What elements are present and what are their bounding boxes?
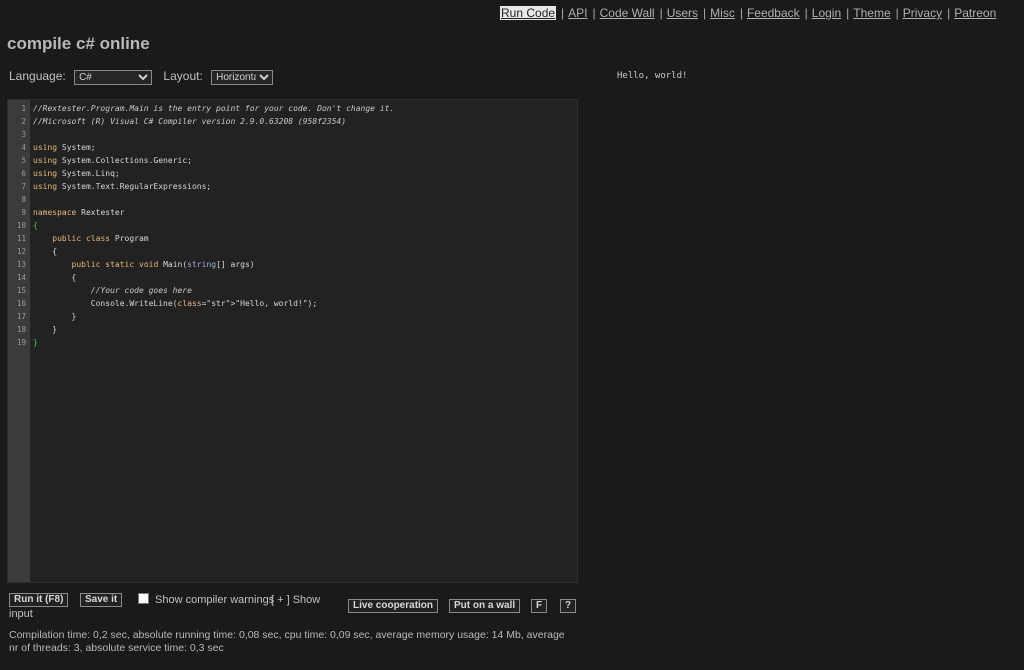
line-number: 8 xyxy=(21,195,26,204)
nav-separator: | xyxy=(703,6,707,20)
output-text: Hello, world! xyxy=(617,71,688,81)
code-editor[interactable]: 1 2 3 4 5 6 7 8 9 10 11 12 13 14 15 16 17 18 19 //Rexteste… xyxy=(7,99,578,583)
nav-separator: | xyxy=(592,6,596,20)
line-number: 14 xyxy=(16,273,26,282)
line-number: 11 xyxy=(16,234,26,243)
code-line[interactable]: using System.Text.RegularExpressions; xyxy=(33,180,577,193)
line-number: 2 xyxy=(21,117,26,126)
line-number: 3 xyxy=(21,130,26,139)
nav-separator: | xyxy=(561,6,565,20)
top-navigation: Run Code | API | Code Wall | Users | Misc | Feedba… xyxy=(500,6,996,20)
nav-feedback[interactable]: Feedback xyxy=(747,6,800,20)
show-input-link[interactable]: [ + ] Show input xyxy=(9,593,331,620)
code-line[interactable]: } xyxy=(33,323,577,336)
nav-privacy[interactable]: Privacy xyxy=(903,6,942,20)
nav-run-code[interactable]: Run Code xyxy=(500,6,557,20)
code-line[interactable]: using System; xyxy=(33,141,577,154)
line-number: 15 xyxy=(16,286,26,295)
save-button[interactable]: Save it xyxy=(80,593,123,607)
nav-separator: | xyxy=(804,6,808,20)
code-line[interactable]: } xyxy=(33,310,577,323)
line-number: 1 xyxy=(21,104,26,113)
nav-separator: | xyxy=(947,6,951,20)
live-cooperation-button[interactable]: Live cooperation xyxy=(348,599,439,613)
language-select[interactable]: C# xyxy=(74,70,153,85)
code-line[interactable]: { xyxy=(33,271,577,284)
nav-api[interactable]: API xyxy=(568,6,587,20)
nav-code-wall[interactable]: Code Wall xyxy=(600,6,655,20)
line-number: 17 xyxy=(16,312,26,321)
line-number: 18 xyxy=(16,325,26,334)
code-line[interactable]: //Your code goes here xyxy=(33,284,577,297)
code-line[interactable]: //Rextester.Program.Main is the entry po… xyxy=(33,102,577,115)
compiler-warnings-toggle[interactable]: Show compiler warnings xyxy=(138,593,274,606)
nav-misc[interactable]: Misc xyxy=(710,6,735,20)
nav-users[interactable]: Users xyxy=(667,6,698,20)
warnings-label: Show compiler warnings xyxy=(155,594,275,606)
code-line[interactable]: public class Program xyxy=(33,232,577,245)
line-number: 19 xyxy=(16,338,26,347)
code-line[interactable]: { xyxy=(33,245,577,258)
put-on-wall-button[interactable]: Put on a wall xyxy=(449,599,521,613)
nav-separator: | xyxy=(739,6,743,20)
run-button[interactable]: Run it (F8) xyxy=(9,593,69,607)
language-label: Language: xyxy=(9,69,66,83)
layout-label: Layout: xyxy=(163,69,203,83)
line-number-gutter: 1 2 3 4 5 6 7 8 9 10 11 12 13 14 15 16 17 18 19 xyxy=(8,100,30,582)
nav-login[interactable]: Login xyxy=(812,6,841,20)
warnings-checkbox[interactable] xyxy=(138,593,149,604)
line-number: 10 xyxy=(16,221,26,230)
code-area[interactable]: //Rextester.Program.Main is the entry po… xyxy=(33,102,577,349)
line-number: 7 xyxy=(21,182,26,191)
nav-theme[interactable]: Theme xyxy=(853,6,890,20)
code-line[interactable] xyxy=(33,193,577,206)
line-number: 4 xyxy=(21,143,26,152)
line-number: 12 xyxy=(16,247,26,256)
nav-patreon[interactable]: Patreon xyxy=(954,6,996,20)
code-line[interactable]: public static void Main(string[] args) xyxy=(33,258,577,271)
line-number: 6 xyxy=(21,169,26,178)
code-line[interactable]: namespace Rextester xyxy=(33,206,577,219)
page-title: compile c# online xyxy=(7,34,150,53)
code-line[interactable]: { xyxy=(33,219,577,232)
code-line[interactable]: } xyxy=(33,336,577,349)
show-input-label-continued[interactable]: input xyxy=(9,607,33,621)
nav-separator: | xyxy=(659,6,663,20)
line-number: 5 xyxy=(21,156,26,165)
code-line[interactable] xyxy=(33,128,577,141)
editor-controls: Language: C# Layout: Horizontal xyxy=(9,69,274,85)
layout-select[interactable]: Horizontal xyxy=(211,70,274,85)
line-number: 13 xyxy=(16,260,26,269)
execution-stats: Compilation time: 0,2 sec, absolute runn… xyxy=(9,629,565,654)
code-line[interactable]: Console.WriteLine(class="str">"Hello, wo… xyxy=(33,297,577,310)
help-button[interactable]: ? xyxy=(560,599,577,613)
code-line[interactable]: //Microsoft (R) Visual C# Compiler versi… xyxy=(33,115,577,128)
line-number: 16 xyxy=(16,299,26,308)
line-number: 9 xyxy=(21,208,26,217)
fullscreen-button[interactable]: F xyxy=(531,599,548,613)
show-input-label[interactable]: [ + ] Show xyxy=(271,593,320,607)
nav-separator: | xyxy=(846,6,850,20)
nav-separator: | xyxy=(895,6,899,20)
code-line[interactable]: using System.Linq; xyxy=(33,167,577,180)
code-line[interactable]: using System.Collections.Generic; xyxy=(33,154,577,167)
